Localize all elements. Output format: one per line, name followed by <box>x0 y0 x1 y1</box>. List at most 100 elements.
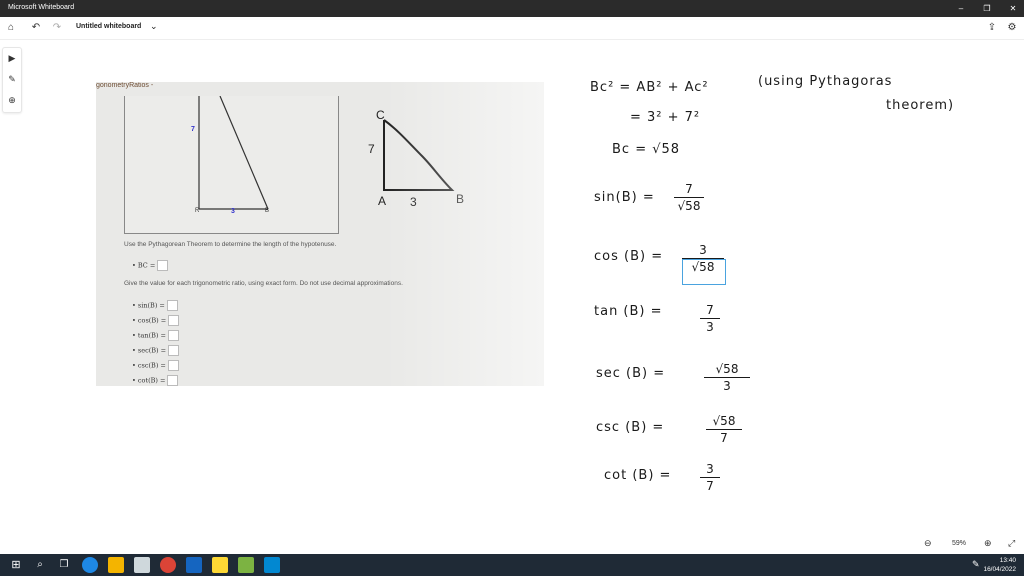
pasted-screenshot[interactable]: gonometryRatios - 7 R 3 B Use the Pythag… <box>96 82 544 386</box>
ink-cos-numerator: 3 <box>699 243 707 257</box>
ratio-label: tan(B) = <box>137 331 166 340</box>
whiteboard-icon[interactable] <box>264 557 280 573</box>
home-icon[interactable]: ⌂ <box>3 20 19 36</box>
ink-sin-label[interactable]: sin(B) = <box>594 190 655 205</box>
ratio-answer-box[interactable] <box>168 345 180 356</box>
ink-sin-fraction[interactable]: 7 √58 <box>674 182 704 213</box>
ink-csc-label[interactable]: csc (B) = <box>596 420 664 435</box>
ratio-row-cos: • cos(B) = <box>132 315 180 326</box>
edge-icon[interactable] <box>82 557 98 573</box>
instruction-ratios: Give the value for each trigonometric ra… <box>124 280 403 287</box>
share-icon[interactable]: ⇪ <box>984 20 1000 36</box>
zoom-in-icon[interactable]: ⊕ <box>984 538 992 549</box>
outlook-icon[interactable] <box>186 557 202 573</box>
minimize-button[interactable]: – <box>950 0 972 17</box>
ratio-label: cos(B) = <box>137 316 167 325</box>
ratio-label: cot(B) = <box>137 376 166 385</box>
title-bar: Microsoft Whiteboard – ❐ ✕ <box>0 0 1024 17</box>
ratio-answer-box[interactable] <box>167 360 179 371</box>
ratio-answer-box[interactable] <box>167 330 179 341</box>
start-icon[interactable]: ⊞ <box>8 557 24 573</box>
ink-pythagoras-equation[interactable]: Bc² = AB² + Ac² <box>590 80 709 95</box>
ink-cot-label[interactable]: cot (B) = <box>604 468 671 483</box>
bc-answer-box[interactable] <box>157 260 169 271</box>
ink-sec-label[interactable]: sec (B) = <box>596 366 665 381</box>
ink-cos-denominator: √58 <box>691 260 715 274</box>
store-icon[interactable] <box>134 557 150 573</box>
ratio-answer-box[interactable] <box>166 300 178 311</box>
ratio-answer-box[interactable] <box>167 375 179 386</box>
ink-cot-fraction[interactable]: 37 <box>700 462 720 493</box>
ink-csc-denominator: 7 <box>720 431 728 445</box>
redo-icon[interactable]: ↷ <box>49 20 65 36</box>
ink-sec-numerator: √58 <box>715 362 739 376</box>
zoom-level: 59% <box>952 540 967 547</box>
pen-icon[interactable]: ✎ <box>972 559 980 570</box>
ratio-label: csc(B) = <box>137 361 166 370</box>
sketch-side-7: 7 <box>368 142 375 156</box>
document-title[interactable]: Untitled whiteboard <box>76 23 141 30</box>
sticky-notes-icon[interactable] <box>212 557 228 573</box>
ratio-row-sin: • sin(B) = <box>132 300 178 311</box>
restore-button[interactable]: ❐ <box>976 0 998 17</box>
instruction-hypotenuse: Use the Pythagorean Theorem to determine… <box>124 241 337 248</box>
ink-sec-fraction[interactable]: √58 3 <box>704 362 750 393</box>
task-view-icon[interactable]: ❐ <box>56 557 72 573</box>
triangle-frame: 7 R 3 B <box>124 96 339 234</box>
fit-to-screen-icon[interactable]: ⤢ <box>1008 538 1015 549</box>
ratio-row-csc: • csc(B) = <box>132 360 179 371</box>
photo-glare <box>384 82 544 386</box>
ink-cot-denominator: 7 <box>706 479 714 493</box>
tool-rail: ▶ ✎ ⊕ <box>2 47 22 113</box>
fraction-bar <box>700 318 720 319</box>
fraction-bar <box>674 197 704 198</box>
ink-csc-numerator: √58 <box>712 414 736 428</box>
zoom-out-icon[interactable]: ⊖ <box>924 538 932 549</box>
bc-label: BC = <box>137 261 156 270</box>
fraction-bar <box>704 377 750 378</box>
ratio-row-tan: • tan(B) = <box>132 330 179 341</box>
ratio-row-sec: • sec(B) = <box>132 345 180 356</box>
select-tool-icon[interactable]: ▶ <box>5 51 19 65</box>
ink-cos-fraction[interactable]: 3 √58 <box>682 243 724 274</box>
zoom-controls: ⊖ 59% ⊕ ⤢ <box>918 536 1024 554</box>
ink-sin-numerator: 7 <box>685 182 693 196</box>
ink-substitution[interactable]: = 3² + 7² <box>630 110 700 125</box>
ink-note-using[interactable]: (using Pythagoras <box>758 74 892 89</box>
app-title: Microsoft Whiteboard <box>8 4 75 11</box>
ratio-row-cot: • cot(B) = <box>132 375 179 386</box>
fraction-bar <box>682 258 724 259</box>
ink-cos-label[interactable]: cos (B) = <box>594 249 663 264</box>
ink-tan-label[interactable]: tan (B) = <box>594 304 663 319</box>
screenshot-header: gonometryRatios - <box>96 82 154 89</box>
ink-sec-denominator: 3 <box>723 379 731 393</box>
gear-icon[interactable]: ⚙ <box>1004 20 1020 36</box>
ratio-answer-box[interactable] <box>168 315 180 326</box>
file-explorer-icon[interactable] <box>108 557 124 573</box>
system-clock[interactable]: 13:40 16/04/2022 <box>983 556 1016 574</box>
vertex-label-r: R <box>195 208 200 214</box>
clock-date: 16/04/2022 <box>983 566 1016 573</box>
close-button[interactable]: ✕ <box>1002 0 1024 17</box>
ink-bc-result[interactable]: Bc = √58 <box>612 142 680 157</box>
ratio-label: sec(B) = <box>137 346 167 355</box>
taskbar: ⊞ ⌕ ❐ ✎ 13:40 16/04/2022 <box>0 554 1024 576</box>
ink-tan-numerator: 7 <box>706 303 714 317</box>
ink-tan-fraction[interactable]: 73 <box>700 303 720 334</box>
chrome-icon[interactable] <box>160 557 176 573</box>
ink-note-theorem[interactable]: theorem) <box>886 98 954 113</box>
fraction-bar <box>706 429 742 430</box>
add-content-icon[interactable]: ⊕ <box>5 93 19 107</box>
search-icon[interactable]: ⌕ <box>32 557 48 573</box>
undo-icon[interactable]: ↶ <box>28 20 44 36</box>
side-label-7: 7 <box>191 126 195 133</box>
pen-tool-icon[interactable]: ✎ <box>5 72 19 86</box>
chevron-down-icon[interactable]: ⌄ <box>150 21 158 32</box>
side-label-3: 3 <box>231 208 235 215</box>
app-icon[interactable] <box>238 557 254 573</box>
ink-tan-denominator: 3 <box>706 320 714 334</box>
vertex-label-b: B <box>265 208 270 214</box>
ink-csc-fraction[interactable]: √58 7 <box>706 414 742 445</box>
ratio-label: sin(B) = <box>137 301 165 310</box>
fraction-bar <box>700 477 720 478</box>
